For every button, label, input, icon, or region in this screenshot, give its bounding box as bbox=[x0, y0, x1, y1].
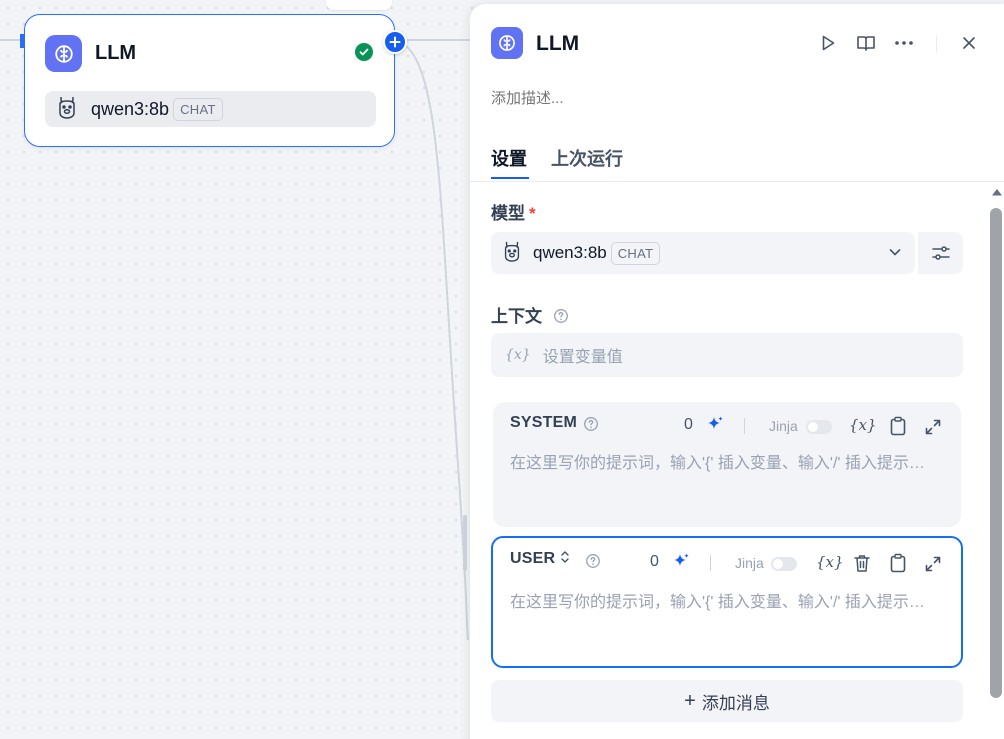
node-model-badge: CHAT bbox=[173, 97, 223, 121]
model-name: qwen3:8b bbox=[533, 243, 607, 262]
plus-icon: + bbox=[684, 689, 696, 712]
user-insert-variable-button[interactable]: {x} bbox=[816, 553, 844, 571]
expand-icon bbox=[925, 419, 941, 435]
node-title: LLM bbox=[95, 42, 137, 64]
help-icon[interactable] bbox=[553, 308, 569, 324]
context-section-label: 上下文 bbox=[491, 302, 569, 327]
run-button[interactable] bbox=[817, 32, 839, 54]
toolbar-divider bbox=[744, 418, 745, 434]
trash-icon bbox=[854, 555, 870, 572]
system-prompt-editor[interactable]: SYSTEM 0 Jinja {x} 在这里写你的提示词，输入'{' 插入变量、… bbox=[493, 402, 961, 527]
scroll-up-icon[interactable] bbox=[991, 187, 1003, 197]
llama-icon bbox=[55, 94, 79, 125]
check-circle-icon bbox=[355, 43, 373, 61]
user-prompt-placeholder: 在这里写你的提示词，输入'{' 插入变量、输入'/' 插入提示内容块 bbox=[510, 594, 940, 611]
context-label-text: 上下文 bbox=[491, 307, 542, 326]
user-role-label[interactable]: USER bbox=[510, 550, 570, 568]
user-role-text: USER bbox=[510, 550, 556, 567]
llm-node[interactable]: LLM qwen3:8b CHAT bbox=[24, 14, 395, 147]
canvas-top-tab bbox=[326, 0, 392, 10]
tab-last-run[interactable]: 上次运行 bbox=[551, 145, 623, 171]
copy-icon bbox=[890, 416, 906, 436]
model-select[interactable]: qwen3:8b CHAT bbox=[491, 232, 915, 274]
context-placeholder: 设置变量值 bbox=[542, 349, 623, 366]
close-icon bbox=[963, 37, 975, 49]
user-delete-button[interactable] bbox=[852, 553, 872, 573]
header-divider bbox=[936, 35, 937, 53]
close-button[interactable] bbox=[958, 32, 980, 54]
brain-icon bbox=[491, 27, 523, 59]
add-message-button[interactable]: + 添加消息 bbox=[491, 680, 963, 722]
canvas-edge-right bbox=[407, 39, 470, 41]
copy-icon bbox=[890, 553, 906, 573]
node-settings-panel: LLM 设置 上次运行 模型* qwen3:8b CHAT bbox=[470, 4, 1004, 739]
system-copy-button[interactable] bbox=[888, 416, 908, 436]
expand-icon bbox=[925, 556, 941, 572]
user-token-count: 0 bbox=[650, 553, 659, 570]
user-copy-button[interactable] bbox=[888, 553, 908, 573]
sparkle-icon[interactable] bbox=[705, 415, 725, 435]
more-icon bbox=[895, 41, 913, 45]
tabs-divider bbox=[470, 181, 1004, 182]
sort-icon bbox=[561, 551, 569, 563]
sliders-icon bbox=[931, 246, 950, 260]
system-role-label: SYSTEM bbox=[510, 414, 577, 431]
user-jinja-label: Jinja bbox=[735, 555, 764, 571]
sparkle-icon[interactable] bbox=[671, 552, 691, 572]
user-prompt-editor[interactable]: USER 0 Jinja {x} 在这里写你的提示词，输入'{' 插入变量、输入… bbox=[491, 536, 963, 668]
system-jinja-toggle[interactable] bbox=[806, 420, 832, 434]
user-jinja-toggle[interactable] bbox=[771, 557, 797, 571]
variable-icon: {x} bbox=[505, 347, 531, 363]
system-token-count: 0 bbox=[684, 416, 693, 433]
more-button[interactable] bbox=[893, 32, 915, 54]
node-model-chip: qwen3:8b CHAT bbox=[45, 91, 376, 127]
docs-button[interactable] bbox=[855, 32, 877, 54]
description-input[interactable] bbox=[491, 90, 891, 107]
plus-icon bbox=[389, 36, 401, 48]
llama-icon bbox=[501, 239, 523, 268]
tab-active-indicator bbox=[491, 177, 529, 179]
chevron-down-icon bbox=[889, 249, 901, 256]
model-label-text: 模型 bbox=[491, 204, 525, 223]
system-expand-button[interactable] bbox=[923, 417, 943, 437]
tab-settings[interactable]: 设置 bbox=[491, 145, 527, 171]
help-icon[interactable] bbox=[585, 553, 601, 569]
brain-icon bbox=[45, 35, 82, 72]
toolbar-divider bbox=[710, 555, 711, 571]
add-node-button[interactable] bbox=[383, 30, 407, 54]
context-variable-input[interactable]: {x} 设置变量值 bbox=[491, 333, 963, 377]
book-icon bbox=[857, 36, 875, 51]
required-mark: * bbox=[529, 204, 536, 223]
model-badge: CHAT bbox=[610, 241, 661, 265]
help-icon[interactable] bbox=[583, 416, 599, 432]
add-message-label: 添加消息 bbox=[701, 693, 770, 713]
system-insert-variable-button[interactable]: {x} bbox=[849, 416, 877, 434]
node-model-name: qwen3:8b bbox=[91, 98, 170, 119]
user-expand-button[interactable] bbox=[923, 554, 943, 574]
panel-scrollbar-thumb[interactable] bbox=[990, 208, 1002, 698]
model-section-label: 模型 * bbox=[491, 199, 536, 224]
play-icon bbox=[822, 35, 835, 51]
model-params-button[interactable] bbox=[918, 232, 963, 274]
system-prompt-placeholder: 在这里写你的提示词，输入'{' 插入变量、输入'/' 插入提示内容块 bbox=[510, 455, 940, 472]
panel-title: LLM bbox=[536, 32, 580, 55]
system-jinja-label: Jinja bbox=[769, 418, 798, 434]
